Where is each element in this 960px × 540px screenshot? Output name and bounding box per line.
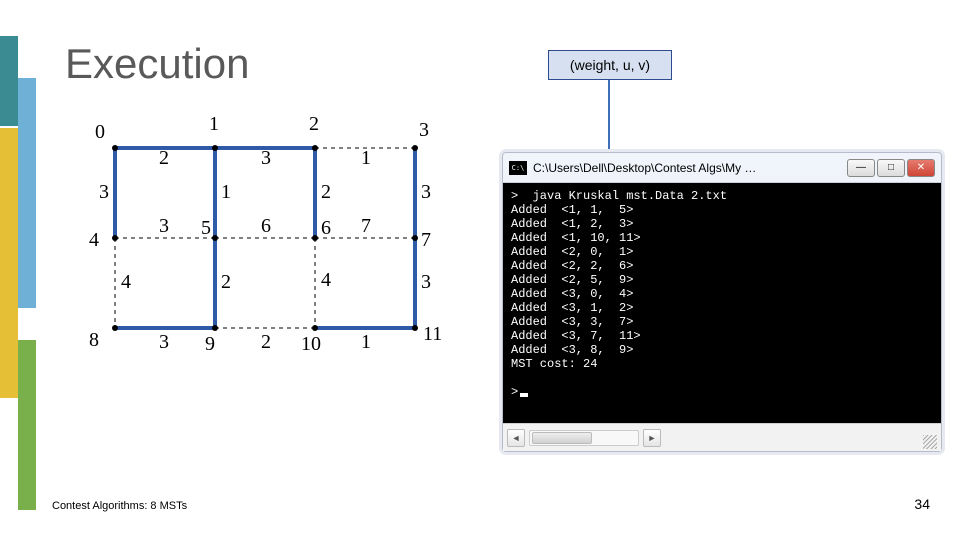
console-line: Added <1, 10, 11> (511, 231, 641, 245)
cmd-icon: C:\ (509, 161, 527, 175)
console-cost: MST cost: 24 (511, 357, 597, 371)
edge-weight: 1 (361, 331, 371, 353)
accent-stripe (0, 36, 18, 126)
node-label: 11 (423, 323, 442, 345)
console-window: C:\ C:\Users\Dell\Desktop\Contest Algs\M… (502, 152, 942, 452)
edge-weight: 3 (99, 181, 109, 203)
console-command: > java Kruskal mst.Data 2.txt (511, 189, 727, 203)
cursor-icon (520, 393, 528, 397)
edge-weight: 3 (159, 331, 169, 353)
scroll-track[interactable] (529, 430, 639, 446)
console-line: Added <2, 0, 1> (511, 245, 633, 259)
footer-text: Contest Algorithms: 8 MSTs (52, 500, 187, 512)
console-line: Added <2, 5, 9> (511, 273, 633, 287)
console-line: Added <3, 8, 9> (511, 343, 633, 357)
node-label: 1 (209, 113, 219, 135)
node-label: 2 (309, 113, 319, 135)
accent-stripe (18, 340, 36, 510)
graph-diagram: 0 1 2 3 4 5 6 7 8 9 10 11 2 3 1 3 1 2 3 … (75, 108, 475, 418)
page-number: 34 (914, 496, 930, 512)
edge-weight: 1 (361, 147, 371, 169)
window-title: C:\Users\Dell\Desktop\Contest Algs\My … (533, 161, 847, 175)
edge-weight: 2 (261, 331, 271, 353)
scroll-left-icon[interactable]: ◄ (507, 429, 525, 447)
console-output: > java Kruskal mst.Data 2.txt Added <1, … (503, 183, 941, 423)
window-titlebar[interactable]: C:\ C:\Users\Dell\Desktop\Contest Algs\M… (503, 153, 941, 183)
edge-weight: 6 (261, 215, 271, 237)
accent-stripe (18, 78, 36, 308)
console-line: Added <3, 3, 7> (511, 315, 633, 329)
console-prompt: > (511, 385, 518, 399)
node-label: 3 (419, 119, 429, 141)
edge-weight: 3 (261, 147, 271, 169)
edge-weight: 7 (361, 215, 371, 237)
edge-weight: 2 (159, 147, 169, 169)
node-label: 8 (89, 329, 99, 351)
edge-weight: 3 (421, 181, 431, 203)
edge-weight: 1 (221, 181, 231, 203)
resize-grip-icon[interactable] (923, 435, 937, 449)
node-label: 0 (95, 121, 105, 143)
edge-weight: 3 (421, 271, 431, 293)
node-label: 9 (205, 333, 215, 355)
edge-weight: 2 (321, 181, 331, 203)
console-line: Added <1, 2, 3> (511, 217, 633, 231)
accent-stripe (0, 128, 18, 398)
console-line: Added <2, 2, 6> (511, 259, 633, 273)
edge-weight: 3 (159, 215, 169, 237)
node-label: 7 (421, 229, 431, 251)
scroll-thumb[interactable] (532, 432, 592, 444)
close-button[interactable]: ✕ (907, 159, 935, 177)
console-line: Added <1, 1, 5> (511, 203, 633, 217)
scrollbar-horizontal[interactable]: ◄ ► (503, 423, 941, 451)
edge-weight: 4 (121, 271, 131, 293)
console-line: Added <3, 0, 4> (511, 287, 633, 301)
minimize-button[interactable]: — (847, 159, 875, 177)
maximize-button[interactable]: □ (877, 159, 905, 177)
slide-title: Execution (65, 40, 249, 88)
console-line: Added <3, 1, 2> (511, 301, 633, 315)
callout-label: (weight, u, v) (548, 50, 672, 80)
edge-weight: 2 (221, 271, 231, 293)
node-label: 4 (89, 229, 99, 251)
node-label: 5 (201, 217, 211, 239)
console-line: Added <3, 7, 11> (511, 329, 641, 343)
edge-weight: 4 (321, 269, 331, 291)
node-label: 6 (321, 217, 331, 239)
scroll-right-icon[interactable]: ► (643, 429, 661, 447)
node-label: 10 (301, 333, 321, 355)
